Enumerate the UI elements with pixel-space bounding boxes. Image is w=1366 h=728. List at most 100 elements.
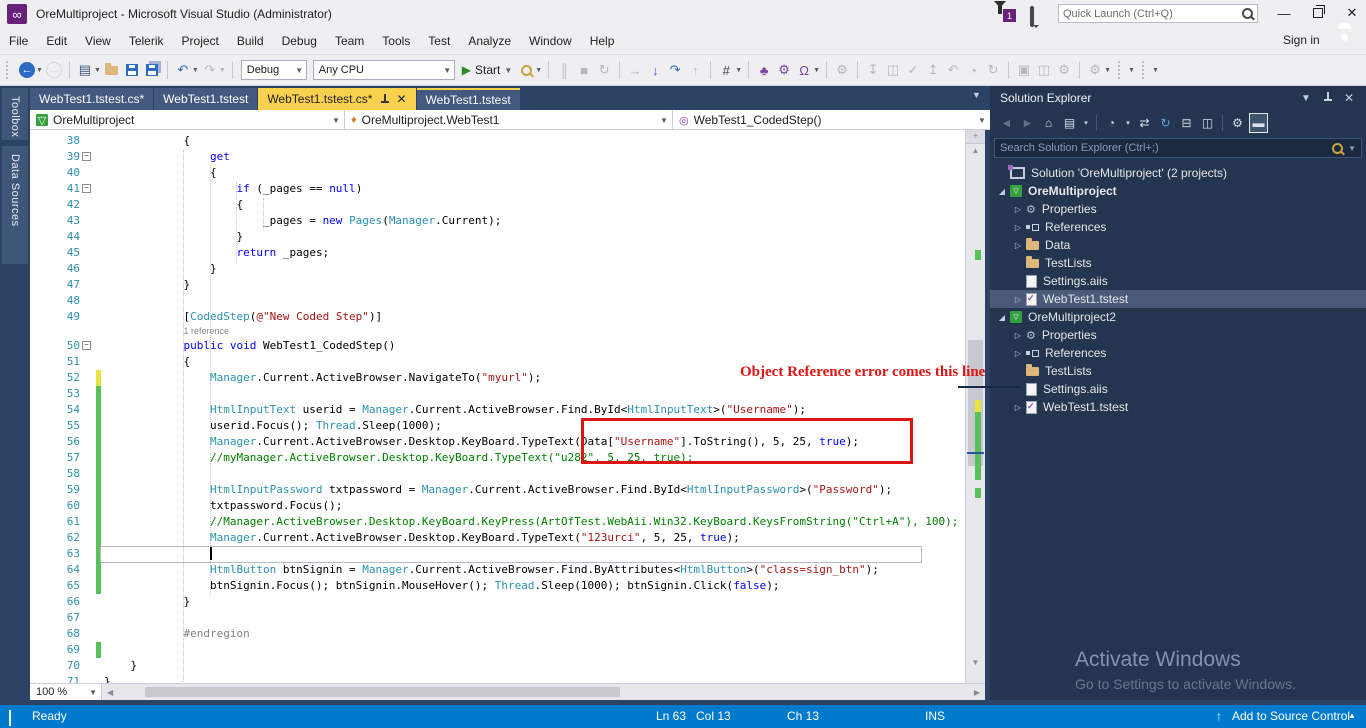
tree-item-properties[interactable]: ▷⚙Properties (990, 326, 1366, 344)
stop-icon[interactable]: ■ (575, 60, 593, 80)
collapsed-arrow-icon[interactable]: ▷ (1012, 349, 1024, 358)
tab-webtest1-tstest-cs--2[interactable]: WebTest1.tstest.cs*✕ (258, 88, 415, 110)
tab-webtest1-tstest-cs--0[interactable]: WebTest1.tstest.cs* (30, 88, 153, 110)
tree-item-settings-aiis[interactable]: Settings.aiis (990, 272, 1366, 290)
chevron-down-icon[interactable]: ▼ (219, 67, 226, 74)
refresh-status-icon[interactable]: ↻ (984, 60, 1002, 80)
workspace-wrench-icon[interactable]: ⚙ (1055, 60, 1073, 80)
history-icon[interactable]: ◔ (964, 60, 982, 80)
menu-test[interactable]: Test (419, 28, 459, 54)
tree-item-oremultiproject[interactable]: ◢▽OreMultiproject (990, 182, 1366, 200)
redo-icon[interactable]: ↷ (201, 60, 219, 80)
tree-item-solution-oremultiproject-2-projects-[interactable]: Solution 'OreMultiproject' (2 projects) (990, 164, 1366, 182)
close-button[interactable]: ✕ (1336, 0, 1366, 26)
start-debug-button[interactable]: ▶Start▼ (462, 63, 513, 77)
step-over-icon[interactable]: ↷ (666, 60, 684, 80)
nav-back-icon[interactable]: ← (18, 60, 36, 80)
close-icon[interactable]: ✕ (396, 92, 406, 106)
scroll-left-icon[interactable]: ◀ (102, 688, 118, 697)
menu-tools[interactable]: Tools (373, 28, 419, 54)
sidebar-tab-data-sources[interactable]: Data Sources (2, 146, 28, 264)
telerik-gear-icon[interactable]: ⚙ (775, 60, 793, 80)
properties-wrench-icon[interactable]: ⚙ (1086, 60, 1104, 80)
tab-overflow-chevron-icon[interactable]: ▼ (972, 90, 981, 100)
sidebar-tab-toolbox[interactable]: Toolbox (2, 88, 28, 140)
menu-team[interactable]: Team (326, 28, 373, 54)
sign-in-link[interactable]: Sign in (1283, 33, 1320, 47)
new-item-icon[interactable]: ▤ (76, 60, 94, 80)
tree-item-testlists[interactable]: TestLists (990, 362, 1366, 380)
nav-method-dropdown[interactable]: ◎ WebTest1_CodedStep() ▼ (673, 110, 990, 130)
collapsed-arrow-icon[interactable]: ▷ (1012, 295, 1024, 304)
se-properties-icon[interactable]: ⚙ (1228, 113, 1247, 133)
find-in-files-icon[interactable] (517, 60, 535, 80)
feedback-icon[interactable] (1030, 8, 1034, 26)
step-out-icon[interactable]: ↑ (686, 60, 704, 80)
tree-item-references[interactable]: ▷References (990, 344, 1366, 362)
source-box-icon[interactable]: ▣ (1015, 60, 1033, 80)
quick-launch-input[interactable]: Quick Launch (Ctrl+Q) (1058, 4, 1258, 23)
se-sync-icon[interactable]: ⇄ (1135, 113, 1154, 133)
tree-item-settings-aiis[interactable]: Settings.aiis (990, 380, 1366, 398)
platform-combo[interactable]: Any CPU▼ (313, 60, 455, 80)
nav-project-dropdown[interactable]: ▽ OreMultiproject ▼ (30, 110, 345, 130)
window-position-chevron-icon[interactable]: ▼ (1301, 93, 1311, 104)
chevron-up-icon[interactable]: ▲ (1348, 711, 1356, 720)
editor-splitter-handle[interactable]: ÷ (966, 130, 985, 144)
add-to-source-control-button[interactable]: Add to Source Control (1232, 709, 1350, 723)
tree-item-data[interactable]: ▷Data (990, 236, 1366, 254)
scroll-down-icon[interactable]: ▼ (966, 658, 985, 667)
se-switch-views-icon[interactable]: ▤ (1060, 113, 1079, 133)
se-refresh-icon[interactable]: ↻ (1156, 113, 1175, 133)
break-all-icon[interactable]: ║ (555, 60, 573, 80)
pin-icon[interactable] (1323, 92, 1332, 105)
tree-item-webtest1-tstest[interactable]: ▷WebTest1.tstest (990, 398, 1366, 416)
tree-item-references[interactable]: ▷References (990, 218, 1366, 236)
step-into-icon[interactable]: ↓ (646, 60, 664, 80)
menu-help[interactable]: Help (581, 28, 624, 54)
open-file-icon[interactable] (103, 60, 121, 80)
menu-file[interactable]: File (0, 28, 37, 54)
restore-button[interactable] (1302, 0, 1334, 26)
chevron-down-icon[interactable]: ▼ (192, 67, 199, 74)
tree-item-oremultiproject2[interactable]: ◢▽OreMultiproject2 (990, 308, 1366, 326)
code-editor[interactable]: 38 {39 get40 {41 if (_pages == null)42 {… (30, 130, 985, 683)
compare-icon[interactable]: ◫ (1035, 60, 1053, 80)
solution-explorer-search-input[interactable]: Search Solution Explorer (Ctrl+;) ▼ (994, 138, 1362, 158)
collapsed-arrow-icon[interactable]: ▷ (1012, 331, 1024, 340)
menu-project[interactable]: Project (173, 28, 228, 54)
menu-window[interactable]: Window (520, 28, 581, 54)
zoom-level-dropdown[interactable]: 100 % ▼ (30, 684, 102, 701)
collapsed-arrow-icon[interactable]: ▷ (1012, 205, 1024, 214)
chevron-down-icon[interactable]: ▼ (813, 67, 820, 74)
undo-icon[interactable]: ↶ (174, 60, 192, 80)
telerik-flower-icon[interactable]: ♣ (755, 60, 773, 80)
debug-config-combo[interactable]: Debug▼ (241, 60, 307, 80)
se-pending-changes-icon[interactable]: ◔ (1102, 113, 1121, 133)
undo-changes-icon[interactable]: ↶ (944, 60, 962, 80)
menu-telerik[interactable]: Telerik (120, 28, 173, 54)
vertical-scrollbar[interactable]: ÷ ▲ ▼ (965, 130, 985, 683)
minimize-button[interactable]: — (1268, 0, 1300, 26)
collapsed-arrow-icon[interactable]: ▷ (1012, 403, 1024, 412)
codelens-references[interactable]: 1 reference (183, 325, 229, 338)
check-in-icon[interactable]: ✓ (904, 60, 922, 80)
menu-view[interactable]: View (76, 28, 120, 54)
fold-collapse-icon[interactable] (82, 152, 91, 161)
tree-item-webtest1-tstest[interactable]: ▷WebTest1.tstest (990, 290, 1366, 308)
chevron-down-icon[interactable]: ▾ (1123, 113, 1133, 133)
attach-process-icon[interactable]: ⚙ (833, 60, 851, 80)
expanded-arrow-icon[interactable]: ◢ (996, 187, 1008, 196)
se-collapse-all-icon[interactable]: ⊟ (1177, 113, 1196, 133)
telerik-ribbon-icon[interactable]: Ω (795, 60, 813, 80)
notification-count-badge[interactable]: 1 (1003, 9, 1016, 22)
se-forward-icon[interactable]: ► (1018, 113, 1037, 133)
menu-analyze[interactable]: Analyze (459, 28, 520, 54)
menu-debug[interactable]: Debug (273, 28, 326, 54)
chevron-down-icon[interactable]: ▼ (1104, 67, 1111, 74)
fold-collapse-icon[interactable] (82, 184, 91, 193)
horizontal-scrollbar-thumb[interactable] (145, 687, 620, 697)
chevron-down-icon[interactable]: ▼ (94, 67, 101, 74)
show-next-statement-icon[interactable]: → (626, 60, 644, 80)
chevron-down-icon[interactable]: ▼ (735, 67, 742, 74)
